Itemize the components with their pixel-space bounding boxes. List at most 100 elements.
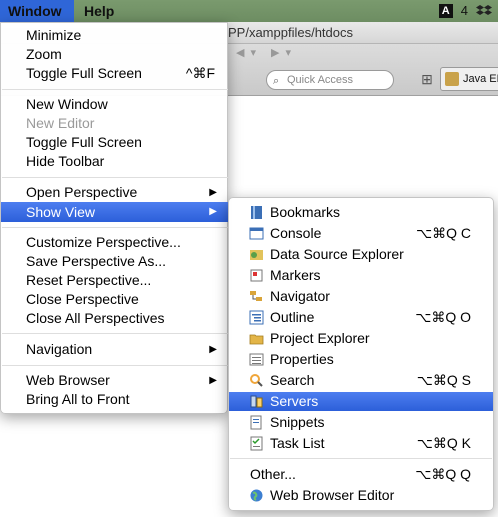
submenu-arrow-icon: ▶	[209, 206, 217, 217]
navigator-icon	[250, 291, 262, 301]
menu-item-label: Close Perspective	[26, 291, 139, 307]
menu-item-minimize[interactable]: Minimize	[1, 26, 229, 45]
menu-item-label: Properties	[270, 351, 334, 367]
view-item-other[interactable]: Other... ⌥⌘Q Q	[229, 465, 493, 484]
menu-item-close-all-perspectives[interactable]: Close All Perspectives	[1, 309, 229, 328]
view-item-web-browser-editor[interactable]: Web Browser Editor	[229, 486, 493, 505]
view-item-bookmarks[interactable]: Bookmarks	[229, 203, 493, 222]
menubar-help[interactable]: Help	[76, 0, 122, 22]
menu-item-toggle-full-screen[interactable]: Toggle Full Screen ^⌘F	[1, 64, 229, 83]
menu-item-label: Bring All to Front	[26, 391, 130, 407]
menu-item-bring-all-to-front[interactable]: Bring All to Front	[1, 390, 229, 409]
menu-item-zoom[interactable]: Zoom	[1, 45, 229, 64]
perspective-label: Java EE	[463, 73, 498, 85]
globe-icon	[250, 489, 263, 502]
view-item-snippets[interactable]: Snippets	[229, 413, 493, 432]
shortcut-label: ⌥⌘Q K	[416, 435, 471, 451]
perspective-java-ee-button[interactable]: Java EE	[440, 67, 498, 91]
data-source-icon	[250, 250, 263, 260]
adobe-icon[interactable]: A	[438, 4, 453, 18]
view-item-data-source-explorer[interactable]: Data Source Explorer	[229, 245, 493, 264]
submenu-arrow-icon: ▶	[209, 187, 217, 198]
shortcut-label: ⌥⌘Q Q	[415, 466, 471, 482]
task-list-icon	[250, 436, 263, 451]
menu-item-label: Project Explorer	[270, 330, 370, 346]
status-area: A 4	[438, 0, 492, 22]
menu-item-toggle-full-screen-2[interactable]: Toggle Full Screen	[1, 133, 229, 152]
menu-item-label: Search	[270, 372, 315, 388]
menu-item-label: Console	[270, 225, 322, 241]
snippets-icon	[250, 415, 262, 430]
bookmarks-icon	[251, 206, 262, 219]
menu-item-label: Snippets	[270, 414, 325, 430]
menu-separator	[2, 333, 228, 334]
menu-item-label: Close All Perspectives	[26, 310, 165, 326]
window-title: PP/xamppfiles/htdocs	[228, 25, 354, 40]
console-icon	[249, 227, 264, 240]
shortcut-label: ⌥⌘Q C	[415, 225, 471, 241]
menu-item-label: Navigator	[270, 288, 330, 304]
menu-item-show-view[interactable]: Show View ▶	[1, 202, 229, 222]
view-item-search[interactable]: Search ⌥⌘Q S	[229, 371, 493, 390]
menu-item-label: Reset Perspective...	[26, 272, 152, 288]
window-menu: Minimize Zoom Toggle Full Screen ^⌘F New …	[0, 22, 229, 414]
menu-separator	[2, 89, 228, 90]
menubar-window[interactable]: Window	[0, 0, 74, 22]
menu-item-label: Zoom	[26, 46, 62, 62]
menu-separator	[230, 458, 492, 459]
view-item-console[interactable]: Console ⌥⌘Q C	[229, 224, 493, 243]
nav-arrows-icon[interactable]: ◀▾ ▶▾	[236, 46, 297, 59]
view-item-outline[interactable]: Outline ⌥⌘Q O	[229, 308, 493, 327]
show-view-submenu: Bookmarks Console ⌥⌘Q C Data Source Expl…	[228, 197, 494, 511]
open-perspective-icon[interactable]: ⊞	[416, 68, 438, 90]
menu-item-new-window[interactable]: New Window	[1, 95, 229, 114]
menu-item-hide-toolbar[interactable]: Hide Toolbar	[1, 152, 229, 171]
menu-item-label: Other...	[250, 466, 296, 482]
menu-item-label: Servers	[270, 393, 319, 409]
menu-item-label: Data Source Explorer	[270, 246, 404, 262]
view-item-servers[interactable]: Servers	[229, 392, 493, 411]
shortcut-label: ^⌘F	[185, 65, 215, 81]
menu-item-label: Web Browser	[26, 372, 110, 388]
menu-item-reset-perspective[interactable]: Reset Perspective...	[1, 271, 229, 290]
system-menubar: Window Help A 4	[0, 0, 498, 22]
search-icon	[250, 374, 263, 387]
menu-item-label: Web Browser Editor	[270, 487, 395, 503]
quick-access-placeholder: Quick Access	[287, 74, 354, 86]
menu-item-close-perspective[interactable]: Close Perspective	[1, 290, 229, 309]
view-item-markers[interactable]: Markers	[229, 266, 493, 285]
menu-item-label: Task List	[270, 435, 325, 451]
menu-item-label: Markers	[270, 267, 321, 283]
menu-separator	[2, 227, 228, 228]
menu-item-label: Toggle Full Screen	[26, 134, 142, 150]
menu-separator	[2, 177, 228, 178]
adobe-count: 4	[460, 3, 468, 18]
view-item-properties[interactable]: Properties	[229, 350, 493, 369]
view-item-task-list[interactable]: Task List ⌥⌘Q K	[229, 434, 493, 453]
dropbox-icon[interactable]	[476, 4, 492, 18]
view-item-project-explorer[interactable]: Project Explorer	[229, 329, 493, 348]
menu-item-label: Outline	[270, 309, 315, 325]
menu-item-open-perspective[interactable]: Open Perspective ▶	[1, 183, 229, 202]
search-icon: ⌕	[273, 75, 280, 87]
menu-item-customize-perspective[interactable]: Customize Perspective...	[1, 233, 229, 252]
java-ee-icon	[445, 72, 459, 86]
menu-item-label: Bookmarks	[270, 204, 341, 220]
servers-icon	[250, 395, 263, 408]
view-item-navigator[interactable]: Navigator	[229, 287, 493, 306]
menu-item-label: Minimize	[26, 27, 82, 43]
menu-item-web-browser[interactable]: Web Browser ▶	[1, 371, 229, 390]
menu-item-label: Hide Toolbar	[26, 153, 105, 169]
quick-access-input[interactable]: ⌕ Quick Access	[266, 70, 394, 90]
submenu-arrow-icon: ▶	[209, 344, 217, 355]
menu-item-navigation[interactable]: Navigation ▶	[1, 340, 229, 359]
outline-icon	[249, 310, 264, 325]
shortcut-label: ⌥⌘Q O	[415, 309, 471, 325]
menu-item-save-perspective-as[interactable]: Save Perspective As...	[1, 252, 229, 271]
menu-item-label: Open Perspective	[26, 184, 138, 200]
project-explorer-icon	[249, 334, 264, 345]
menu-item-label: Toggle Full Screen	[26, 65, 142, 81]
menu-item-label: Navigation	[26, 341, 93, 357]
submenu-arrow-icon: ▶	[209, 375, 217, 386]
menu-item-label: New Editor	[26, 115, 95, 131]
